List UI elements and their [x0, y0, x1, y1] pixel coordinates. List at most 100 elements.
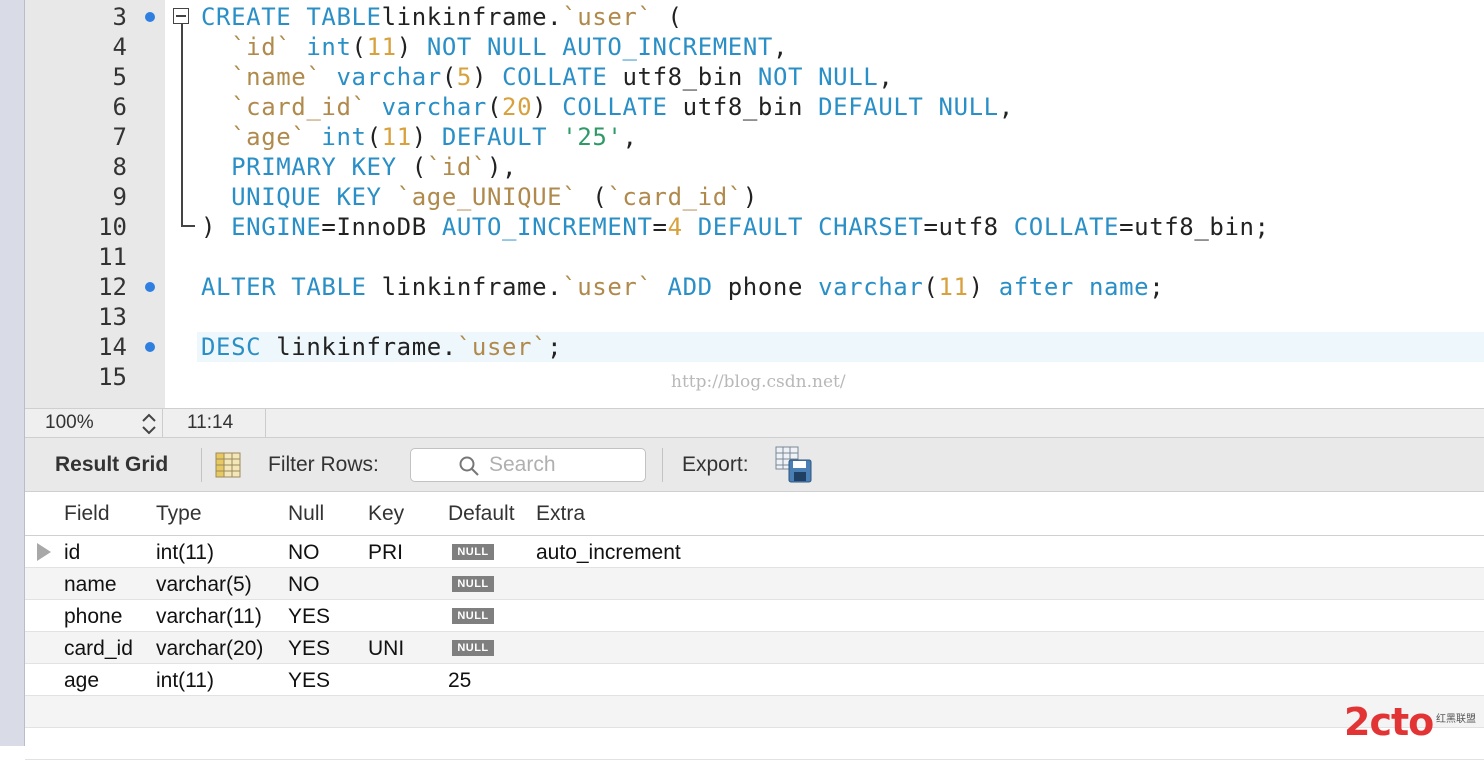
code-text: `age` int(11) DEFAULT '25', — [201, 122, 638, 152]
table-cell-field[interactable]: id — [64, 537, 80, 569]
code-line: 11 — [25, 242, 1484, 272]
column-header[interactable]: Null — [288, 492, 324, 536]
table-cell-default[interactable]: 25 — [448, 665, 471, 697]
table-cell-field[interactable]: card_id — [64, 633, 133, 665]
search-input[interactable] — [489, 452, 639, 478]
line-number: 7 — [112, 123, 127, 151]
code-text: `name` varchar(5) COLLATE utf8_bin NOT N… — [201, 62, 893, 92]
line-number: 4 — [112, 33, 127, 61]
code-token: ; — [547, 333, 563, 361]
code-token: utf8_bin — [667, 93, 819, 121]
code-token: DESC — [201, 333, 262, 361]
result-grid[interactable]: Field Type Null Key Default Extra id int(11) NO P… — [25, 492, 1484, 760]
column-header[interactable]: Key — [368, 492, 404, 536]
filter-rows-label: Filter Rows: — [268, 453, 379, 476]
table-cell-null[interactable]: YES — [288, 633, 330, 665]
code-token: `name` — [231, 63, 322, 91]
table-cell-type[interactable]: varchar(11) — [156, 601, 262, 633]
code-line: 6 `card_id` varchar(20) COLLATE utf8_bin… — [25, 92, 1484, 122]
toolbar-divider — [662, 448, 663, 482]
code-token: 11 — [938, 273, 969, 301]
current-row-arrow-icon — [37, 543, 51, 561]
code-token: `age_UNIQUE` — [396, 183, 578, 211]
code-token: NOT NULL — [757, 63, 879, 91]
table-cell-type[interactable]: varchar(5) — [156, 569, 252, 601]
code-token: 11 — [366, 33, 397, 61]
export-icon[interactable] — [775, 446, 813, 484]
zoom-level[interactable]: 100% — [45, 409, 94, 437]
sql-editor[interactable]: 3 CREATE TABLElinkinframe.`user` (4 `id` … — [25, 0, 1484, 408]
column-header[interactable]: Type — [156, 492, 202, 536]
code-token: `user` — [562, 273, 653, 301]
table-cell-field[interactable]: phone — [64, 601, 122, 633]
code-token: ( — [396, 153, 427, 181]
code-token: phone — [712, 273, 819, 301]
line-number: 10 — [98, 213, 127, 241]
code-token: linkinframe. — [366, 273, 563, 301]
code-token: ( — [351, 33, 367, 61]
code-token: ALTER TABLE — [201, 273, 367, 301]
table-cell-extra[interactable]: auto_increment — [536, 537, 681, 569]
code-token: linkinframe. — [381, 3, 563, 31]
column-header[interactable]: Extra — [536, 492, 585, 536]
line-number: 12 — [98, 273, 127, 301]
result-grid-label[interactable]: Result Grid — [55, 438, 168, 492]
table-row[interactable] — [25, 664, 1484, 696]
code-token: varchar — [818, 273, 924, 301]
code-text: PRIMARY KEY (`id`), — [201, 152, 517, 182]
table-cell-field[interactable]: name — [64, 569, 117, 601]
code-line: 8 PRIMARY KEY (`id`), — [25, 152, 1484, 182]
table-cell-key[interactable]: PRI — [368, 537, 403, 569]
export-label: Export: — [682, 453, 749, 476]
code-token: ) — [411, 123, 442, 151]
code-token: int — [321, 123, 367, 151]
code-token: ) — [532, 93, 563, 121]
table-cell-null[interactable]: YES — [288, 665, 330, 697]
table-cell-type[interactable]: varchar(20) — [156, 633, 263, 665]
table-cell-type[interactable]: int(11) — [156, 665, 214, 697]
code-token: int — [306, 33, 352, 61]
table-cell-null[interactable]: YES — [288, 601, 330, 633]
line-number: 6 — [112, 93, 127, 121]
table-cell-key[interactable]: UNI — [368, 633, 404, 665]
code-token: ( — [441, 63, 457, 91]
code-token: varchar — [381, 93, 487, 121]
code-token: DEFAULT — [441, 123, 548, 151]
code-token: ENGINE — [231, 213, 322, 241]
code-token: `card_id` — [607, 183, 743, 211]
grid-layout-icon[interactable] — [215, 452, 241, 478]
table-cell-null[interactable]: NO — [288, 537, 320, 569]
table-cell-type[interactable]: int(11) — [156, 537, 214, 569]
code-token: CREATE TABLE — [201, 3, 382, 31]
table-cell-field[interactable]: age — [64, 665, 99, 697]
table-row[interactable] — [25, 728, 1484, 760]
code-token: =utf8 — [923, 213, 1014, 241]
line-number: 13 — [98, 303, 127, 331]
code-token: , — [772, 33, 789, 61]
line-number: 9 — [112, 183, 127, 211]
code-token: after name — [998, 273, 1150, 301]
code-token: =utf8_bin; — [1119, 213, 1270, 241]
code-token: ) — [742, 183, 758, 211]
code-token: DEFAULT CHARSET — [697, 213, 924, 241]
column-header[interactable]: Field — [64, 492, 110, 536]
line-number: 15 — [98, 363, 127, 391]
code-token: linkinframe. — [261, 333, 457, 361]
statement-marker-icon — [145, 342, 155, 352]
column-header[interactable]: Default — [448, 492, 515, 536]
code-token: ADD — [667, 273, 713, 301]
editor-status-bar: 100% 11:14 — [25, 408, 1484, 438]
table-row[interactable] — [25, 536, 1484, 568]
code-token: AUTO_INCREMENT — [441, 213, 653, 241]
code-line: 14 DESC linkinframe.`user`; — [25, 332, 1484, 362]
table-row[interactable] — [25, 696, 1484, 728]
table-cell-null[interactable]: NO — [288, 569, 320, 601]
filter-search-box[interactable] — [410, 448, 646, 482]
code-text: UNIQUE KEY `age_UNIQUE` (`card_id`) — [201, 182, 758, 212]
zoom-stepper-icon[interactable] — [139, 412, 159, 436]
code-token: ( — [577, 183, 608, 211]
